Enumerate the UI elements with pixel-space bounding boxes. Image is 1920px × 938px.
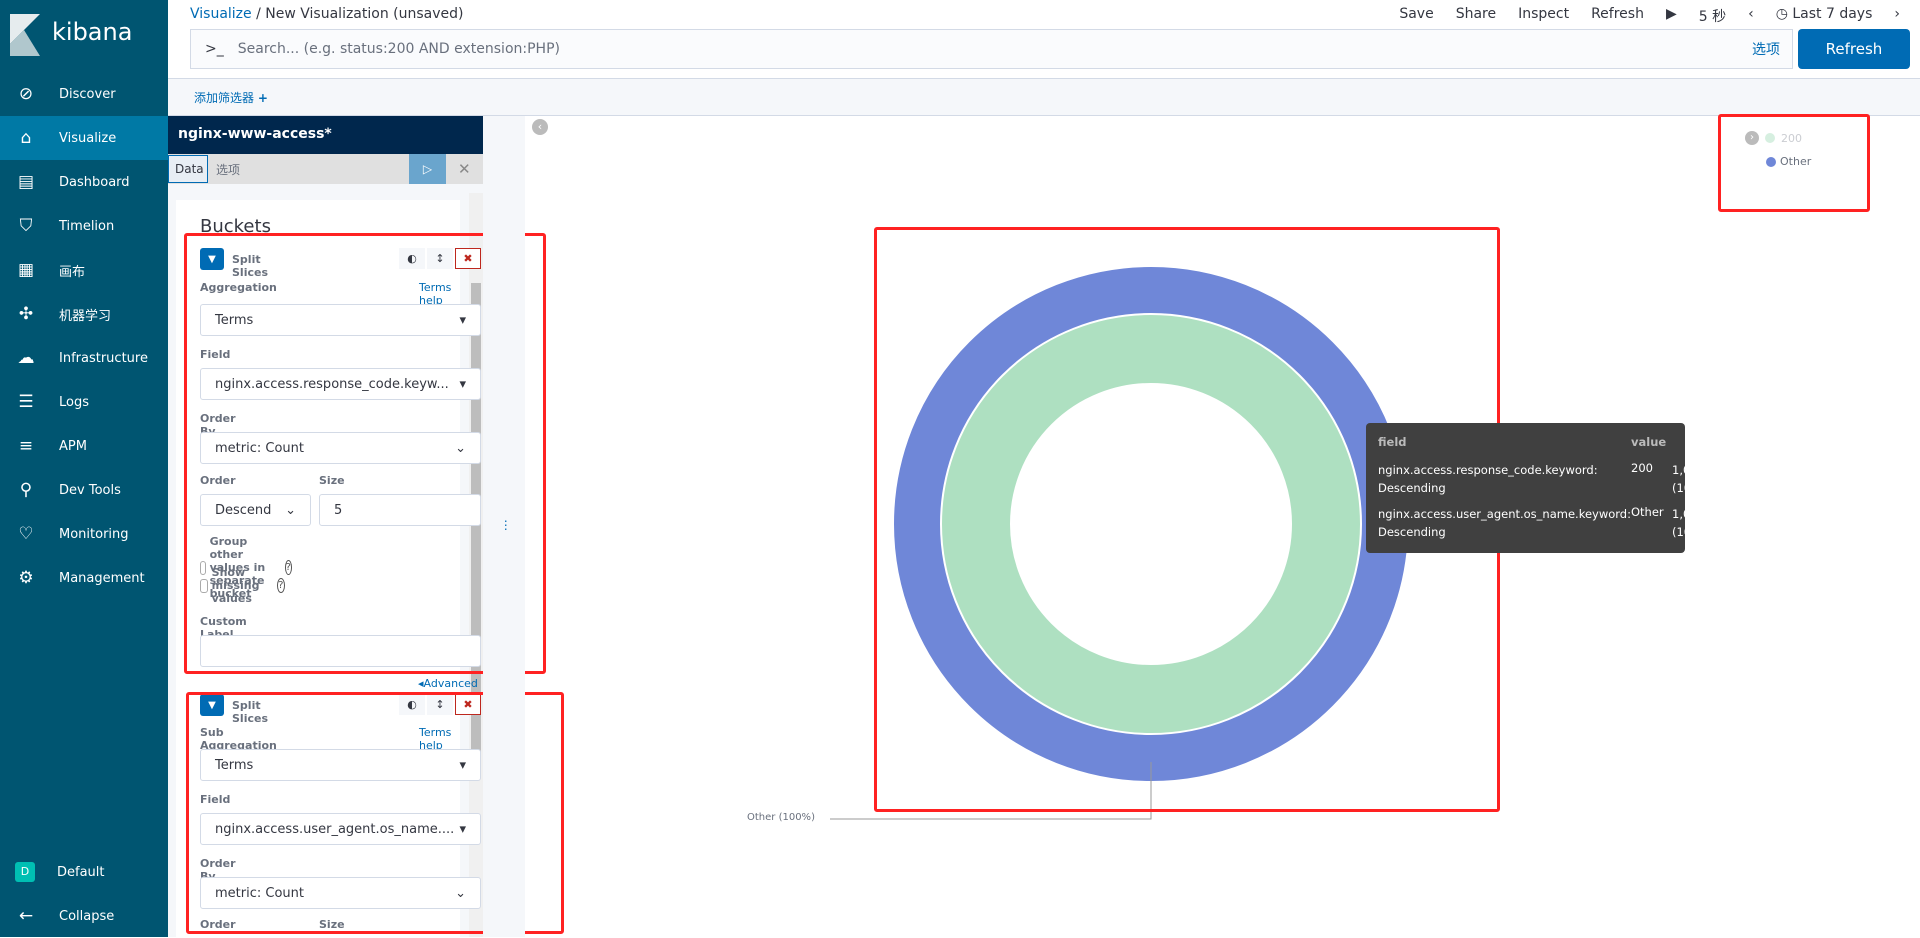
- tooltip-count: 1,0(10: [1672, 507, 1685, 539]
- refresh-button[interactable]: Refresh: [1798, 29, 1910, 69]
- apply-play-button[interactable]: ▷: [409, 154, 446, 184]
- sidebar-item-dashboard[interactable]: ▤ Dashboard: [0, 160, 168, 204]
- heartbeat-icon: ♡: [18, 524, 34, 544]
- breadcrumb: Visualize / New Visualization (unsaved): [190, 6, 463, 22]
- sidebar-item-label: 机器学习: [59, 308, 112, 324]
- add-filter-label: 添加筛选器: [194, 91, 255, 105]
- filter-bar: 添加筛选器 +: [168, 78, 1920, 116]
- compass-icon: ⊘: [18, 84, 34, 104]
- tooltip-field: nginx.access.response_code.keyword: Desc…: [1378, 463, 1598, 495]
- kibana-logo-icon: [10, 14, 40, 56]
- space-selector[interactable]: D Default: [0, 850, 168, 894]
- canvas-icon: ▦: [17, 260, 35, 280]
- inspect-link[interactable]: Inspect: [1518, 6, 1569, 26]
- tab-data[interactable]: Data: [168, 155, 208, 183]
- advanced-toggle[interactable]: ◂Advanced: [418, 677, 478, 690]
- sidebar-item-label: Visualize: [59, 130, 117, 146]
- sidebar-item-timelion[interactable]: ⛉ Timelion: [0, 204, 168, 248]
- dashboard-icon: ▤: [17, 172, 35, 192]
- breadcrumb-visualize[interactable]: Visualize: [190, 6, 252, 22]
- sidebar-item-label: Management: [59, 570, 145, 586]
- timelion-icon: ⛉: [19, 216, 33, 236]
- sidebar-item-label: Infrastructure: [59, 350, 148, 366]
- collapse-label: Collapse: [59, 908, 115, 924]
- time-label: Last 7 days: [1792, 6, 1873, 22]
- infrastructure-icon: ☁: [17, 348, 35, 368]
- sidebar-item-dev-tools[interactable]: ⚲ Dev Tools: [0, 468, 168, 512]
- search-input[interactable]: Search... (e.g. status:200 AND extension…: [238, 41, 1752, 57]
- save-link[interactable]: Save: [1399, 6, 1433, 26]
- tooltip-field: nginx.access.user_agent.os_name.keyword:…: [1378, 507, 1631, 539]
- tooltip-header-field: field: [1378, 435, 1407, 449]
- chart-tooltip: field value nginx.access.response_code.k…: [1366, 423, 1685, 553]
- sidebar-item-infrastructure[interactable]: ☁ Infrastructure: [0, 336, 168, 380]
- chevron-left-icon[interactable]: ‹: [1748, 6, 1754, 26]
- sidebar-item-label: 画布: [59, 264, 86, 280]
- interval-link[interactable]: 5 秒: [1699, 6, 1726, 26]
- tab-options[interactable]: 选项: [216, 161, 240, 178]
- plus-icon: +: [257, 91, 268, 105]
- sidebar: kibana ⊘ Discover ⌂ Visualize ▤ Dashboard ⛉ Tim…: [0, 0, 168, 937]
- share-link[interactable]: Share: [1456, 6, 1496, 26]
- tooltip-count: 1,0(10: [1672, 463, 1685, 495]
- space-label: Default: [57, 864, 105, 880]
- gear-icon: ⚙: [18, 568, 34, 588]
- top-nav: Save Share Inspect Refresh ▶ 5 秒 ‹ ◷ Las…: [1399, 6, 1900, 26]
- search-bar[interactable]: >_ Search... (e.g. status:200 AND extens…: [190, 29, 1793, 69]
- sidebar-item-label: Dev Tools: [59, 482, 121, 498]
- tooltip-value: 200: [1631, 461, 1653, 475]
- drag-dots-icon: ⋮: [499, 518, 512, 532]
- breadcrumb-current: New Visualization (unsaved): [265, 6, 464, 22]
- sidebar-item-label: Timelion: [59, 218, 115, 234]
- slice-label: Other (100%): [747, 812, 815, 823]
- chevron-right-icon[interactable]: ›: [1894, 6, 1900, 26]
- sidebar-item-visualize[interactable]: ⌂ Visualize: [0, 116, 168, 160]
- breadcrumb-sep: /: [256, 6, 261, 22]
- sidebar-item-机器学习[interactable]: ✣ 机器学习: [0, 292, 168, 336]
- annotation-box: [1718, 114, 1870, 212]
- editor-tabs: Data 选项 ▷ ✕: [168, 154, 483, 184]
- sidebar-item-label: Monitoring: [59, 526, 129, 542]
- prompt-icon: >_: [205, 41, 224, 57]
- wrench-icon: ⚲: [19, 480, 33, 500]
- sidebar-item-monitoring[interactable]: ♡ Monitoring: [0, 512, 168, 556]
- close-icon[interactable]: ✕: [458, 160, 471, 178]
- brand: kibana: [52, 18, 133, 46]
- logs-icon: ☰: [18, 392, 34, 412]
- clock-icon: ◷: [1775, 6, 1793, 22]
- sidebar-item-label: Discover: [59, 86, 116, 102]
- add-filter-link[interactable]: 添加筛选器 +: [194, 89, 268, 106]
- tooltip-header-value: value: [1631, 435, 1667, 449]
- search-options-link[interactable]: 选项: [1752, 39, 1780, 59]
- advanced-label: Advanced: [423, 677, 478, 690]
- space-avatar: D: [15, 862, 35, 882]
- chart-icon: ⌂: [20, 128, 32, 148]
- sidebar-item-label: Logs: [59, 394, 89, 410]
- ml-icon: ✣: [18, 304, 34, 324]
- sidebar-item-apm[interactable]: ≡ APM: [0, 424, 168, 468]
- index-pattern-title: nginx-www-access*: [168, 116, 483, 154]
- sidebar-item-画布[interactable]: ▦ 画布: [0, 248, 168, 292]
- sidebar-item-logs[interactable]: ☰ Logs: [0, 380, 168, 424]
- time-picker[interactable]: ◷ Last 7 days: [1776, 6, 1873, 26]
- resize-handle[interactable]: ⋮: [483, 116, 525, 937]
- collapse-button[interactable]: ← Collapse: [0, 894, 168, 938]
- apm-icon: ≡: [18, 436, 34, 456]
- sidebar-item-label: Dashboard: [59, 174, 130, 190]
- arrow-left-icon: ←: [18, 906, 34, 926]
- refresh-link[interactable]: Refresh: [1591, 6, 1644, 26]
- sidebar-item-label: APM: [59, 438, 87, 454]
- sidebar-item-management[interactable]: ⚙ Management: [0, 556, 168, 600]
- tooltip-value: Other: [1631, 505, 1664, 519]
- sidebar-item-discover[interactable]: ⊘ Discover: [0, 72, 168, 116]
- play-icon[interactable]: ▶: [1666, 6, 1677, 26]
